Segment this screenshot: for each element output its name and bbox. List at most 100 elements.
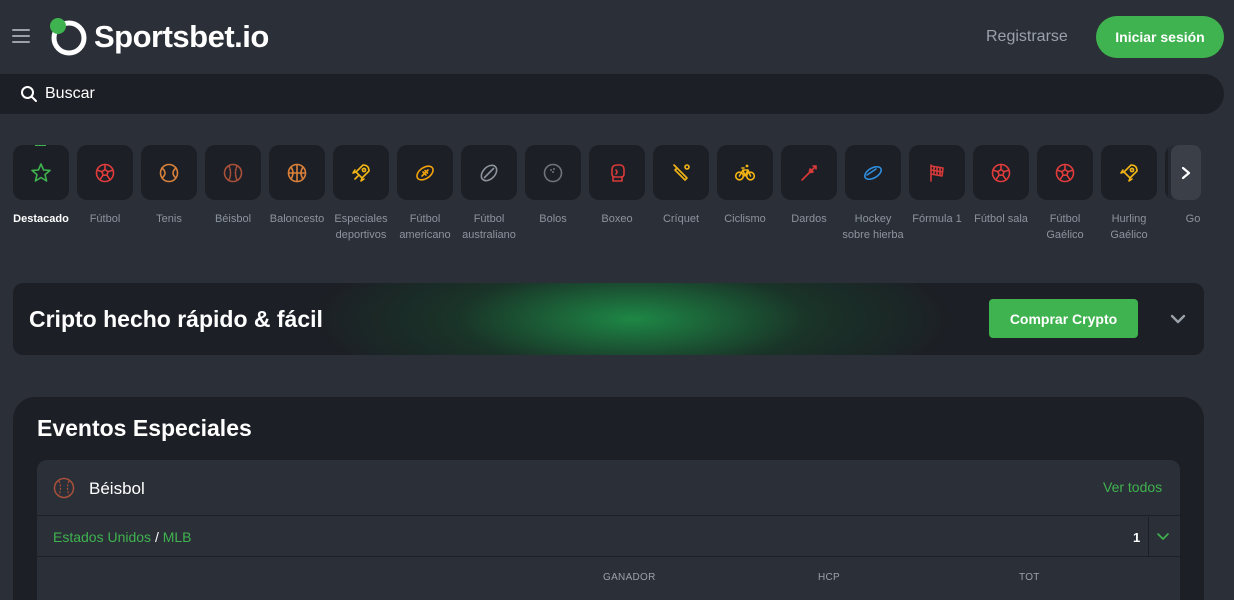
sport-item-tennis-ball[interactable]: Tenis bbox=[141, 145, 197, 227]
sport-label: Hurling Gaélico bbox=[1110, 213, 1148, 241]
search-icon bbox=[21, 86, 37, 102]
gaelic-football-icon bbox=[1055, 163, 1075, 182]
checkered-flag-icon bbox=[930, 163, 944, 182]
bowling-ball-icon bbox=[543, 163, 563, 182]
top-header: Sportsbet.io Registrarse Iniciar sesión bbox=[0, 0, 1234, 74]
sport-item-boxing-glove[interactable]: Boxeo bbox=[589, 145, 645, 227]
bicycle-icon bbox=[734, 164, 756, 181]
baseball-icon bbox=[53, 477, 75, 499]
sport-tile bbox=[205, 145, 261, 200]
sport-item-gaelic-football[interactable]: Fútbol Gaélico bbox=[1037, 145, 1093, 243]
sport-label: Dardos bbox=[791, 213, 827, 225]
star-icon bbox=[31, 162, 51, 182]
sport-label: Fútbol sala bbox=[974, 213, 1028, 225]
sport-item-soccer-ball[interactable]: Fútbol bbox=[77, 145, 133, 227]
strip-next-button[interactable] bbox=[1168, 145, 1204, 200]
sport-tile bbox=[1037, 145, 1093, 200]
sport-label: Críquet bbox=[662, 213, 700, 225]
hockey-puck-icon bbox=[864, 165, 882, 180]
sport-label: Fútbol americano bbox=[399, 213, 451, 241]
breadcrumb-separator: / bbox=[154, 529, 159, 545]
sport-item-basketball[interactable]: Baloncesto bbox=[269, 145, 325, 227]
tennis-ball-icon bbox=[159, 163, 179, 182]
sport-item-checkered-flag[interactable]: Fórmula 1 bbox=[909, 145, 965, 227]
aussie-football-icon bbox=[480, 164, 498, 181]
league-event-count: 1 bbox=[1133, 530, 1141, 545]
crypto-banner-title: Cripto hecho rápido & fácil bbox=[29, 306, 323, 332]
sport-label: Ciclismo bbox=[724, 213, 766, 225]
column-header-winner: GANADOR bbox=[603, 572, 656, 583]
column-header-handicap: HCP bbox=[818, 572, 841, 583]
chevron-right-icon bbox=[1181, 166, 1191, 179]
special-events-title: Eventos Especiales bbox=[37, 415, 252, 441]
dart-icon bbox=[801, 164, 817, 181]
buy-crypto-button[interactable]: Comprar Crypto bbox=[989, 299, 1138, 338]
sport-item-hockey-puck[interactable]: Hockey sobre hierba bbox=[842, 145, 904, 243]
sport-item-hurling[interactable]: Hurling Gaélico bbox=[1101, 145, 1157, 243]
sport-label: Fútbol Gaélico bbox=[1046, 213, 1084, 241]
sport-label: Go bbox=[1185, 213, 1201, 225]
rocket-icon bbox=[352, 163, 370, 182]
sport-item-bicycle[interactable]: Ciclismo bbox=[717, 145, 773, 227]
divider bbox=[1148, 517, 1149, 557]
sport-label: Fórmula 1 bbox=[912, 213, 962, 225]
country-link[interactable]: Estados Unidos bbox=[53, 529, 151, 545]
register-link[interactable]: Registrarse bbox=[986, 28, 1068, 46]
logo-text: Sportsbet.io bbox=[94, 19, 269, 54]
sport-label: Hockey sobre hierba bbox=[842, 213, 904, 241]
sport-item-aussie-football[interactable]: Fútbol australiano bbox=[461, 145, 517, 243]
sport-label: Baloncesto bbox=[269, 213, 325, 225]
sport-tile bbox=[653, 145, 709, 200]
sport-tile bbox=[397, 145, 453, 200]
sport-tile bbox=[973, 145, 1029, 200]
american-football-icon bbox=[416, 164, 434, 181]
sport-item-bowling-ball[interactable]: Bolos bbox=[525, 145, 581, 227]
card-header: Béisbol Ver todos bbox=[37, 460, 1180, 516]
sport-item-american-football[interactable]: Fútbol americano bbox=[397, 145, 453, 243]
logo-mark-icon bbox=[48, 16, 88, 58]
sport-label: Fútbol bbox=[89, 213, 121, 225]
active-indicator bbox=[35, 145, 46, 146]
sport-tile bbox=[717, 145, 773, 200]
sport-label: Fútbol australiano bbox=[462, 213, 516, 241]
sport-label: Destacado bbox=[13, 213, 69, 225]
card-sport-title: Béisbol bbox=[89, 479, 145, 498]
sport-item-star[interactable]: Destacado bbox=[13, 145, 69, 227]
league-row[interactable]: Estados Unidos / MLB 1 bbox=[37, 517, 1180, 557]
hamburger-menu-icon[interactable] bbox=[12, 28, 30, 44]
sport-tile bbox=[269, 145, 325, 200]
sport-tile bbox=[525, 145, 581, 200]
special-events-section: Eventos Especiales Béisbol Ver todos Est… bbox=[13, 397, 1204, 600]
sport-tile bbox=[909, 145, 965, 200]
baseball-events-card: Béisbol Ver todos Estados Unidos / MLB 1… bbox=[37, 460, 1180, 600]
sport-tile bbox=[589, 145, 645, 200]
sport-item-baseball[interactable]: Béisbol bbox=[205, 145, 261, 227]
see-all-link[interactable]: Ver todos bbox=[1103, 479, 1162, 495]
league-link[interactable]: MLB bbox=[163, 529, 192, 545]
crypto-banner: Cripto hecho rápido & fácil Comprar Cryp… bbox=[13, 283, 1204, 355]
sport-tile bbox=[781, 145, 837, 200]
sport-tile bbox=[13, 145, 69, 200]
sport-item-rocket[interactable]: Especiales deportivos bbox=[333, 145, 389, 243]
cricket-bat-icon bbox=[673, 163, 690, 181]
search-bar bbox=[0, 74, 1224, 114]
sport-label: Boxeo bbox=[601, 213, 633, 225]
soccer-ball-icon bbox=[95, 163, 115, 182]
sport-tile bbox=[141, 145, 197, 200]
sports-strip: Destacado Fútbol Tenis Béisbol Baloncesto Esp… bbox=[13, 145, 1204, 260]
search-input[interactable] bbox=[45, 84, 445, 104]
hurling-icon bbox=[1120, 163, 1138, 182]
sport-label: Béisbol bbox=[214, 213, 252, 225]
sport-label: Especiales deportivos bbox=[334, 213, 388, 241]
chevron-down-icon[interactable] bbox=[1169, 310, 1187, 328]
chevron-down-icon[interactable] bbox=[1155, 529, 1171, 545]
sport-tile bbox=[845, 145, 901, 200]
sport-item-dart[interactable]: Dardos bbox=[781, 145, 837, 227]
sportsbet-logo[interactable]: Sportsbet.io bbox=[48, 16, 269, 58]
baseball-icon bbox=[223, 163, 243, 182]
login-button[interactable]: Iniciar sesión bbox=[1096, 16, 1224, 58]
sport-tile bbox=[333, 145, 389, 200]
sport-item-futsal-ball[interactable]: Fútbol sala bbox=[973, 145, 1029, 227]
basketball-icon bbox=[287, 163, 307, 182]
sport-item-cricket-bat[interactable]: Críquet bbox=[653, 145, 709, 227]
